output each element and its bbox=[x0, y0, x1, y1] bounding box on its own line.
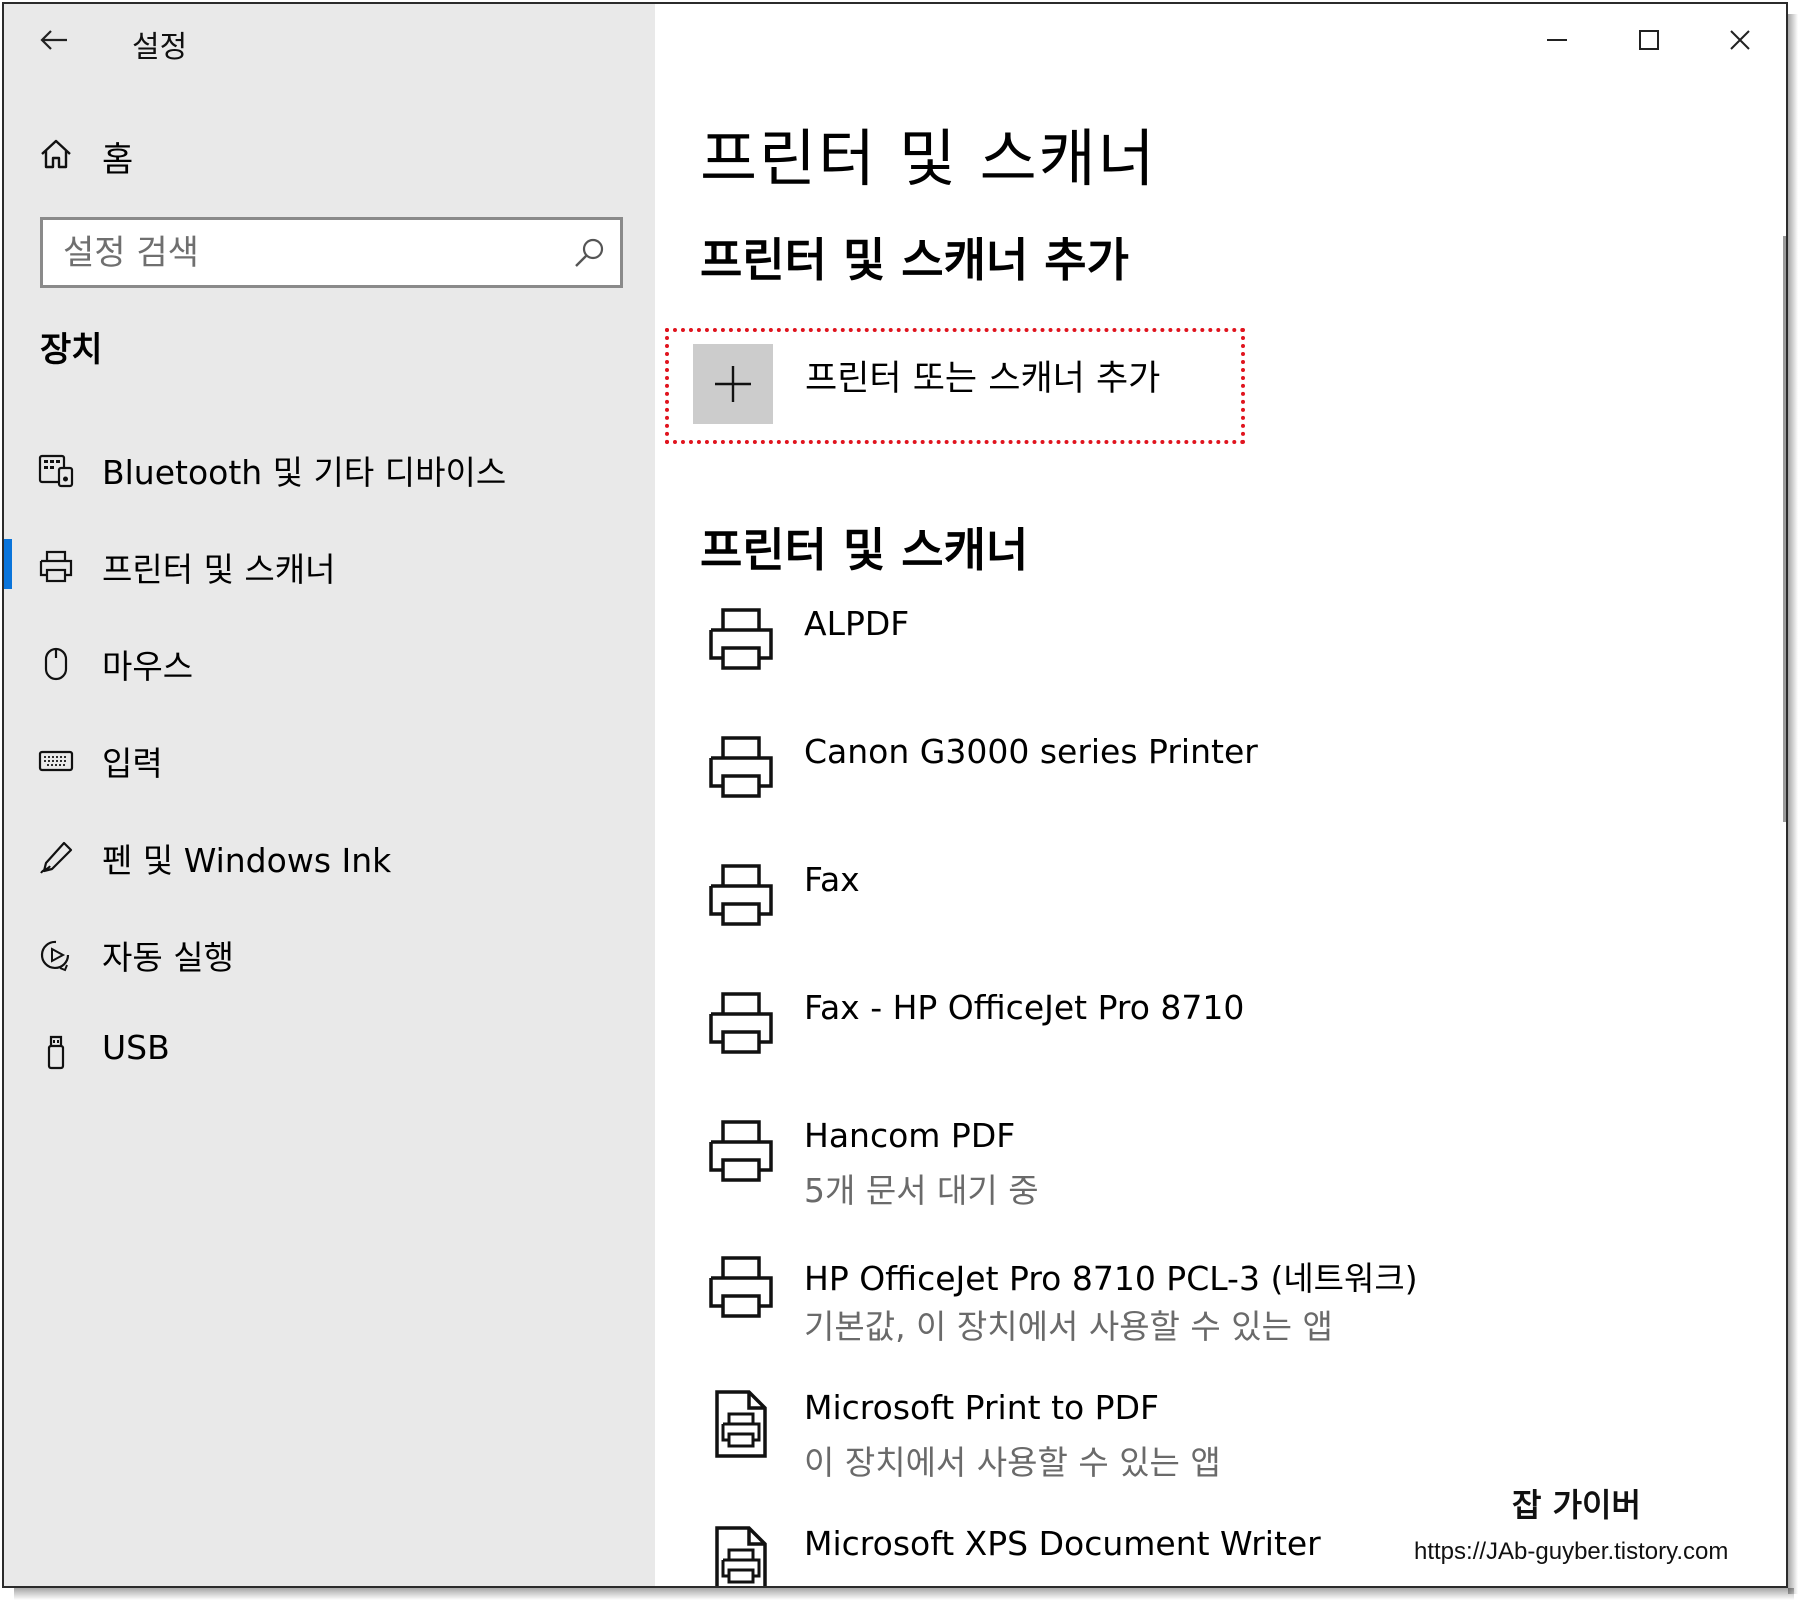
printer-status: 이 장치에서 사용할 수 있는 앱 bbox=[804, 1443, 1221, 1482]
pdf-printer-icon bbox=[715, 1390, 767, 1458]
printer-icon bbox=[709, 1120, 773, 1182]
printer-item[interactable]: Fax - HP OfficeJet Pro 8710 bbox=[655, 980, 1786, 1110]
back-arrow-icon bbox=[40, 30, 67, 50]
scrollbar[interactable] bbox=[1783, 236, 1786, 822]
watermark-url: https://JAb-guyber.tistory.com bbox=[1414, 1538, 1729, 1565]
nav-home[interactable]: 홈 bbox=[4, 114, 655, 194]
printer-icon bbox=[709, 608, 773, 670]
keyboard-icon bbox=[38, 750, 74, 772]
printer-icon bbox=[709, 736, 773, 798]
usb-icon bbox=[47, 1035, 65, 1070]
window-shadow-bottom bbox=[14, 1588, 1794, 1600]
sidebar-item-mouse[interactable]: 마우스 bbox=[4, 616, 655, 713]
minimize-icon bbox=[1547, 39, 1567, 41]
printer-item[interactable]: Hancom PDF 5개 문서 대기 중 bbox=[655, 1108, 1786, 1238]
sidebar-item-label: USB bbox=[102, 1028, 170, 1067]
sidebar-item-autoplay[interactable]: 자동 실행 bbox=[4, 907, 655, 1004]
close-button[interactable] bbox=[1710, 12, 1770, 68]
printer-name: Fax - HP OfficeJet Pro 8710 bbox=[804, 988, 1245, 1027]
printer-name: ALPDF bbox=[804, 604, 910, 643]
nav-home-label: 홈 bbox=[102, 140, 134, 180]
maximize-icon bbox=[1639, 30, 1659, 50]
printer-status: 5개 문서 대기 중 bbox=[804, 1171, 1039, 1210]
close-icon bbox=[1730, 30, 1750, 50]
pen-icon bbox=[40, 841, 73, 874]
printer-name: Canon G3000 series Printer bbox=[804, 732, 1258, 771]
window-shadow-right bbox=[1788, 14, 1798, 1594]
sidebar-item-pen[interactable]: 펜 및 Windows Ink bbox=[4, 810, 655, 907]
printer-icon bbox=[709, 864, 773, 926]
autoplay-icon bbox=[40, 940, 70, 972]
title-bar: 설정 bbox=[4, 4, 655, 76]
printer-name: Hancom PDF bbox=[804, 1116, 1016, 1155]
printer-item[interactable]: HP OfficeJet Pro 8710 PCL-3 (네트워크) 기본값, … bbox=[655, 1244, 1786, 1374]
home-icon bbox=[41, 139, 71, 169]
bluetooth-devices-icon bbox=[38, 454, 74, 488]
app-title: 설정 bbox=[132, 30, 188, 65]
back-button[interactable] bbox=[32, 18, 76, 62]
printers-section-title: 프린터 및 스캐너 bbox=[700, 523, 1029, 577]
mouse-icon bbox=[44, 647, 68, 681]
printer-name: Microsoft XPS Document Writer bbox=[804, 1524, 1321, 1563]
printer-icon bbox=[39, 550, 73, 583]
pdf-printer-icon bbox=[715, 1526, 767, 1586]
settings-search bbox=[40, 217, 623, 288]
printer-icon bbox=[709, 1256, 773, 1318]
section-title: 장치 bbox=[40, 330, 103, 370]
sidebar-item-usb[interactable]: USB bbox=[4, 1004, 655, 1101]
add-printer-button[interactable] bbox=[693, 344, 773, 424]
printer-item[interactable]: Canon G3000 series Printer bbox=[655, 724, 1786, 854]
maximize-button[interactable] bbox=[1619, 12, 1679, 68]
add-printer-label[interactable]: 프린터 또는 스캐너 추가 bbox=[805, 350, 1160, 401]
settings-window: 설정 홈 장치 bbox=[2, 2, 1788, 1588]
sidebar-item-label: 입력 bbox=[102, 744, 163, 783]
main-content: 프린터 및 스캐너 프린터 및 스캐너 추가 프린터 또는 스캐너 추가 프린터… bbox=[655, 4, 1786, 1586]
sidebar-item-label: Bluetooth 및 기타 디바이스 bbox=[102, 453, 507, 492]
sidebar-item-bluetooth[interactable]: Bluetooth 및 기타 디바이스 bbox=[4, 422, 655, 519]
sidebar-item-label: 프린터 및 스캐너 bbox=[102, 550, 336, 589]
printer-name: Fax bbox=[804, 860, 860, 899]
plus-icon bbox=[715, 366, 751, 402]
sidebar-item-label: 자동 실행 bbox=[102, 938, 234, 977]
sidebar-item-printers[interactable]: 프린터 및 스캐너 bbox=[4, 519, 655, 616]
nav-list: Bluetooth 및 기타 디바이스 프린터 및 스캐너 마우스 입력 펜 및… bbox=[4, 422, 655, 1101]
sidebar-item-label: 펜 및 Windows Ink bbox=[102, 841, 392, 880]
printer-icon bbox=[709, 992, 773, 1054]
sidebar: 설정 홈 장치 bbox=[4, 4, 655, 1586]
search-input[interactable] bbox=[63, 228, 543, 278]
printer-name: Microsoft Print to PDF bbox=[804, 1388, 1159, 1427]
printer-item[interactable]: ALPDF bbox=[655, 596, 1786, 726]
printer-item[interactable]: Fax bbox=[655, 852, 1786, 982]
printer-status: 기본값, 이 장치에서 사용할 수 있는 앱 bbox=[804, 1307, 1333, 1346]
sidebar-item-typing[interactable]: 입력 bbox=[4, 713, 655, 810]
watermark-title: 잡 가이버 bbox=[1512, 1486, 1641, 1524]
add-section-title: 프린터 및 스캐너 추가 bbox=[700, 233, 1129, 287]
sidebar-item-label: 마우스 bbox=[102, 647, 194, 686]
search-icon[interactable] bbox=[572, 236, 606, 270]
selected-indicator bbox=[4, 539, 12, 589]
printer-name: HP OfficeJet Pro 8710 PCL-3 (네트워크) bbox=[804, 1259, 1418, 1298]
page-title: 프린터 및 스캐너 bbox=[700, 122, 1157, 195]
minimize-button[interactable] bbox=[1527, 12, 1587, 68]
